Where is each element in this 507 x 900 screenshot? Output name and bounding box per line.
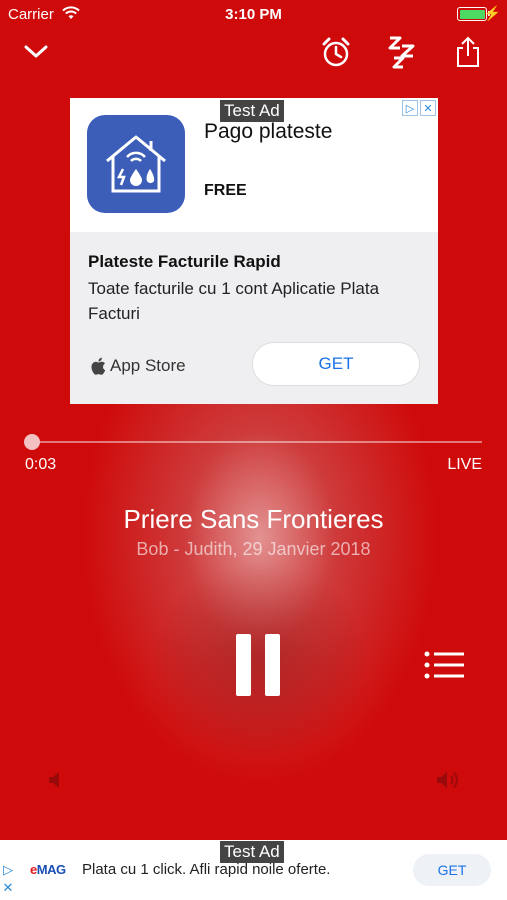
list-icon	[424, 651, 464, 679]
sleep-timer-icon	[388, 36, 415, 69]
sleep-timer-button[interactable]	[384, 34, 420, 70]
battery-level	[459, 9, 485, 19]
banner-test-ad-label: Test Ad	[220, 841, 284, 863]
ad-headline[interactable]: Plateste Facturile Rapid	[88, 252, 281, 272]
playlist-button[interactable]	[424, 651, 464, 679]
status-bar: Carrier 3:10 PM ⚡	[0, 0, 507, 28]
track-subtitle: Bob - Judith, 29 Janvier 2018	[136, 539, 371, 559]
app-store-label: App Store	[110, 356, 186, 375]
alarm-button[interactable]	[318, 34, 354, 70]
adchoices-info-icon[interactable]: ▷	[402, 100, 418, 116]
progress-track[interactable]	[30, 441, 482, 443]
share-icon	[457, 36, 479, 67]
alarm-clock-icon	[322, 37, 350, 67]
ad-body-text: Toate facturile cu 1 cont Aplicatie Plat…	[88, 279, 380, 323]
ad-get-button[interactable]: GET	[252, 342, 420, 386]
native-ad-card[interactable]: Pago plateste FREE Plateste Facturile Ra…	[70, 98, 438, 404]
volume-high-icon[interactable]	[436, 770, 462, 790]
adchoices-close-icon[interactable]: ✕	[420, 100, 436, 116]
ad-app-icon[interactable]	[87, 115, 185, 213]
banner-adchoices-close-icon[interactable]: ✕	[0, 880, 16, 896]
volume-low-icon[interactable]	[48, 771, 64, 789]
track-title: Priere Sans Frontieres	[123, 504, 384, 534]
clock-time: 3:10 PM	[225, 6, 282, 23]
test-ad-label: Test Ad	[220, 100, 284, 122]
elapsed-time: 0:03	[25, 456, 57, 473]
banner-text: Plata cu 1 click. Afli rapid noile ofert…	[82, 861, 331, 878]
close-player-button[interactable]	[18, 34, 54, 70]
apple-icon	[91, 357, 106, 375]
emag-logo: eMAG	[30, 862, 66, 877]
ad-price: FREE	[204, 182, 247, 199]
chevron-down-icon	[24, 45, 48, 58]
emag-logo-rest: MAG	[36, 862, 66, 877]
battery-icon	[457, 7, 490, 21]
emag-logo-e: e	[30, 862, 37, 877]
ad-app-title[interactable]: Pago plateste	[204, 120, 332, 144]
live-label: LIVE	[447, 456, 482, 473]
banner-get-button[interactable]: GET	[413, 854, 491, 886]
banner-adchoices-info-icon[interactable]: ▷	[0, 862, 16, 878]
smart-home-icon	[106, 135, 166, 193]
adchoices-icon[interactable]: ▷ ✕	[402, 100, 436, 116]
charging-bolt-icon: ⚡	[483, 5, 501, 21]
banner-adchoices[interactable]: ▷ ✕	[0, 862, 18, 896]
pause-button[interactable]	[236, 634, 280, 696]
app-store-badge: App Store	[90, 356, 186, 376]
progress-knob[interactable]	[24, 434, 40, 450]
pause-icon-left-bar	[236, 634, 251, 696]
pause-icon-right-bar	[265, 634, 280, 696]
share-button[interactable]	[450, 34, 486, 70]
